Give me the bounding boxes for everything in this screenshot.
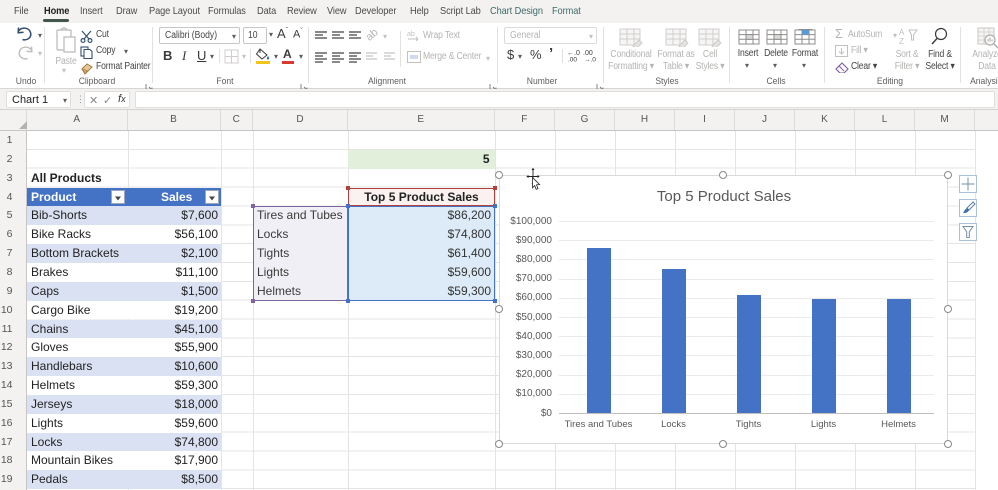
svg-text:ab: ab bbox=[407, 31, 415, 38]
svg-text:.00: .00 bbox=[568, 57, 577, 63]
svg-text:Z: Z bbox=[899, 37, 904, 45]
svg-text:A: A bbox=[899, 28, 905, 37]
svg-text:→.0: →.0 bbox=[584, 57, 596, 63]
